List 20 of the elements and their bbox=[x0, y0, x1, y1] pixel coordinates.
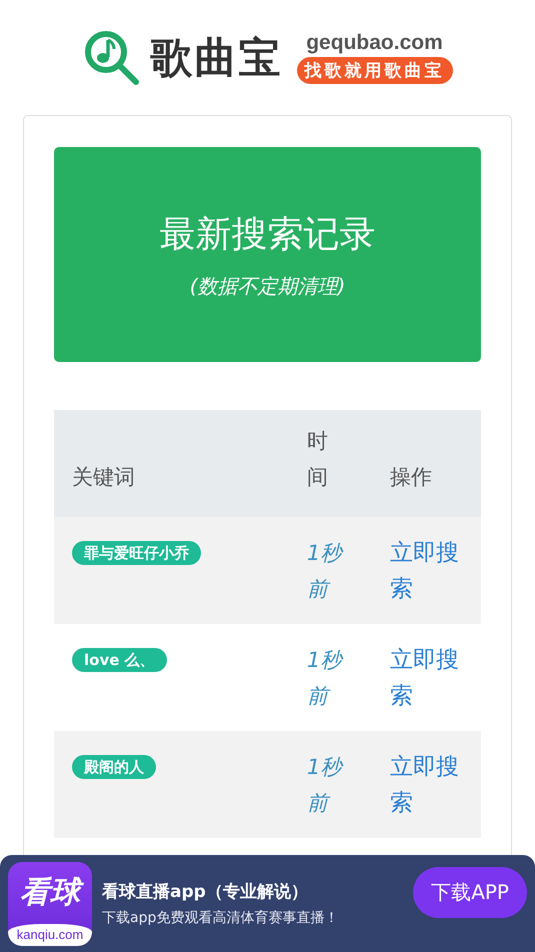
keyword-tag: love 么、 bbox=[72, 648, 167, 672]
app-icon[interactable]: 看球 kanqiu.com bbox=[8, 862, 92, 946]
magnifier-music-icon bbox=[82, 28, 140, 86]
slogan-badge: 找歌就用歌曲宝 bbox=[296, 57, 452, 84]
site-domain: gequbao.com bbox=[306, 31, 443, 55]
ad-subtitle: 下载app免费观看高清体育赛事直播！ bbox=[102, 909, 338, 927]
banner-subtitle: (数据不定期清理) bbox=[190, 272, 346, 300]
column-header: 时间 bbox=[295, 410, 378, 517]
time-text: 1秒前 bbox=[307, 647, 344, 710]
time-text: 1秒前 bbox=[307, 754, 344, 817]
search-link[interactable]: 立即搜索 bbox=[390, 642, 462, 714]
time-text: 1秒前 bbox=[307, 540, 344, 603]
banner-title: 最新搜索记录 bbox=[160, 212, 376, 256]
ad-title: 看球直播app（专业解说） bbox=[102, 881, 308, 903]
keyword-tag: 罪与爱旺仔小乔 bbox=[72, 541, 201, 565]
keyword-tag: 殿阁的人 bbox=[72, 755, 156, 779]
column-header: 操作 bbox=[378, 410, 481, 517]
logo-text: 歌曲宝 bbox=[150, 32, 282, 84]
column-header: 关键词 bbox=[54, 410, 295, 517]
download-button[interactable]: 下载APP bbox=[413, 867, 527, 918]
